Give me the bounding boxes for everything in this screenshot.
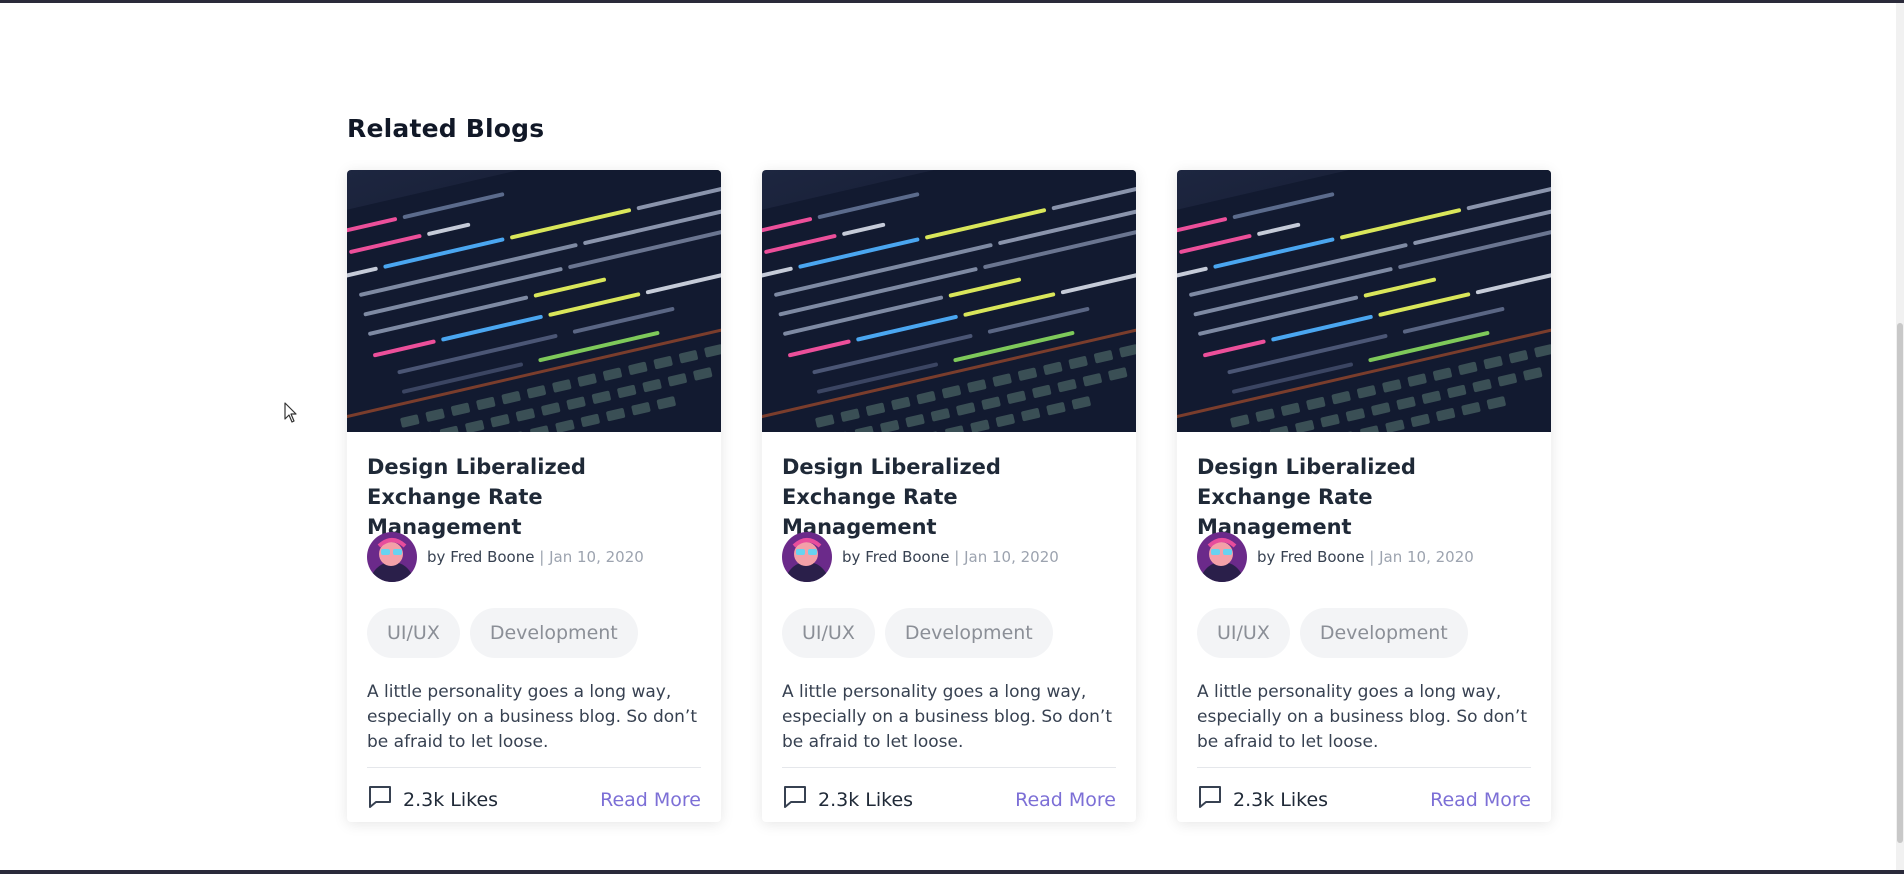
blog-card-title[interactable]: Design Liberalized Exchange Rate Managem… [367,452,687,539]
blog-excerpt: A little personality goes a long way, es… [367,682,698,752]
byline-prefix: by [427,548,446,566]
byline: by Fred Boone | Jan 10, 2020 [1257,548,1474,566]
card-footer: 2.3k Likes Read More [1197,768,1531,822]
avatar [367,532,417,582]
card-footer: 2.3k Likes Read More [782,768,1116,822]
blog-card[interactable]: Design Liberalized Exchange Rate Managem… [762,170,1136,822]
author-name[interactable]: Fred Boone [865,548,949,566]
byline-separator: | [539,548,545,566]
tag-development[interactable]: Development [884,608,1053,658]
read-more-link[interactable]: Read More [1430,789,1531,811]
tag-list: UI/UX Development [367,608,701,658]
author-name[interactable]: Fred Boone [1280,548,1364,566]
mouse-pointer-icon [284,402,298,428]
byline-separator: | [1369,548,1375,566]
byline-separator: | [954,548,960,566]
byline-prefix: by [1257,548,1276,566]
likes: 2.3k Likes [782,784,913,815]
read-more-link[interactable]: Read More [1015,789,1116,811]
blog-card-image[interactable] [347,170,721,432]
top-border [0,0,1904,3]
tag-uiux[interactable]: UI/UX [1197,608,1290,658]
section-title: Related Blogs [347,114,545,143]
likes: 2.3k Likes [367,784,498,815]
blog-card-image[interactable] [1177,170,1551,432]
comment-icon [367,784,393,815]
blog-excerpt: A little personality goes a long way, es… [1197,682,1528,752]
tag-list: UI/UX Development [782,608,1116,658]
post-date: Jan 10, 2020 [1379,548,1474,566]
blog-excerpt: A little personality goes a long way, es… [782,682,1113,752]
likes-count: 2.3k Likes [1233,788,1329,811]
tag-uiux[interactable]: UI/UX [782,608,875,658]
comment-icon [782,784,808,815]
likes-count: 2.3k Likes [403,788,499,811]
read-more-link[interactable]: Read More [600,789,701,811]
comment-icon [1197,784,1223,815]
tag-list: UI/UX Development [1197,608,1531,658]
tag-development[interactable]: Development [1299,608,1468,658]
scrollbar[interactable] [1896,3,1904,870]
blog-card-title[interactable]: Design Liberalized Exchange Rate Managem… [1197,452,1517,539]
tag-development[interactable]: Development [469,608,638,658]
author-name[interactable]: Fred Boone [450,548,534,566]
blog-card-image[interactable] [762,170,1136,432]
post-date: Jan 10, 2020 [964,548,1059,566]
blog-card[interactable]: Design Liberalized Exchange Rate Managem… [347,170,721,822]
byline-prefix: by [842,548,861,566]
bottom-border [0,870,1904,874]
scrollbar-thumb[interactable] [1897,323,1903,843]
likes-count: 2.3k Likes [818,788,914,811]
byline: by Fred Boone | Jan 10, 2020 [842,548,1059,566]
avatar [782,532,832,582]
blog-card[interactable]: Design Liberalized Exchange Rate Managem… [1177,170,1551,822]
avatar [1197,532,1247,582]
related-blogs-list: Design Liberalized Exchange Rate Managem… [347,170,1551,822]
post-date: Jan 10, 2020 [549,548,644,566]
likes: 2.3k Likes [1197,784,1328,815]
byline: by Fred Boone | Jan 10, 2020 [427,548,644,566]
tag-uiux[interactable]: UI/UX [367,608,460,658]
card-footer: 2.3k Likes Read More [367,768,701,822]
blog-card-title[interactable]: Design Liberalized Exchange Rate Managem… [782,452,1102,539]
